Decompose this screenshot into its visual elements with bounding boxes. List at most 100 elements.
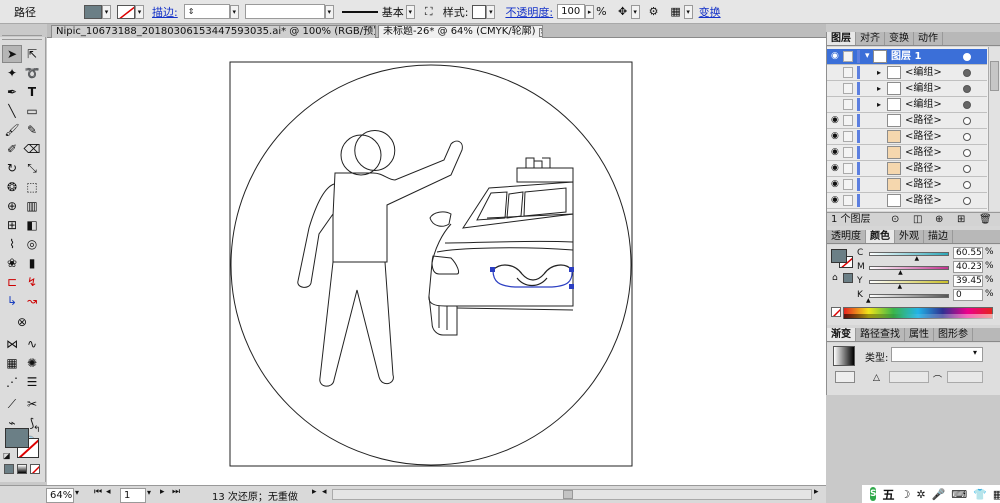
layer-row[interactable]: ◉ <路径>	[827, 129, 987, 145]
stroke-none-icon[interactable]	[117, 4, 135, 19]
lock-toggle[interactable]	[843, 115, 853, 126]
panel-collapse-strip[interactable]	[988, 60, 1000, 260]
in-gamut-swatch[interactable]	[843, 273, 853, 283]
channel-row-m[interactable]: M ▲ 40.23 %	[857, 261, 997, 276]
gradient-tool-icon[interactable]: ◧	[22, 216, 42, 234]
none-color-icon[interactable]	[831, 307, 841, 317]
profile-dropdown-icon[interactable]: ▾	[324, 4, 334, 19]
tab-gradient[interactable]: 渐变	[827, 328, 856, 341]
scroll-left-icon[interactable]: ◂	[322, 487, 327, 497]
lock-toggle[interactable]	[843, 83, 853, 94]
channel-slider-thumb[interactable]: ▲	[898, 269, 903, 276]
layer-name[interactable]: <路径>	[905, 113, 942, 128]
tab-color[interactable]: 颜色	[866, 230, 895, 243]
lock-toggle[interactable]	[843, 99, 853, 110]
fill-color-swatch[interactable]: ▾	[84, 4, 111, 19]
layer-row[interactable]: ▸ <编组>	[827, 65, 987, 81]
channel-value-input[interactable]: 0	[953, 289, 983, 301]
new-sublayer-icon[interactable]: ⊕	[935, 213, 943, 226]
layer-row[interactable]: ◉ <路径>	[827, 177, 987, 193]
layer-row[interactable]: ◉ <路径>	[827, 193, 987, 209]
toolbox-grip[interactable]	[2, 35, 42, 40]
scrollbar-thumb[interactable]	[563, 490, 573, 499]
layer-name[interactable]: <路径>	[905, 145, 942, 160]
style-dropdown-icon[interactable]: ▾	[486, 4, 496, 19]
default-colors-icon[interactable]: ◪	[3, 451, 11, 460]
opacity-input[interactable]: 100	[557, 4, 586, 19]
stroke-dropdown-icon[interactable]: ▾	[135, 4, 144, 19]
wave-distort-icon[interactable]: ∿	[22, 335, 42, 353]
gradient-type-select[interactable]	[891, 347, 983, 362]
reverse-gradient-icon[interactable]	[835, 371, 855, 383]
layer-name[interactable]: <路径>	[905, 177, 942, 192]
layer-row[interactable]: ▸ <编组>	[827, 81, 987, 97]
tab-layers[interactable]: 图层	[827, 32, 856, 45]
locate-object-icon[interactable]: ⊙	[891, 213, 899, 226]
magic-wand-tool-icon[interactable]: ✦	[2, 64, 22, 82]
layer-name[interactable]: 图层 1	[891, 49, 921, 64]
lock-toggle[interactable]	[843, 51, 853, 62]
channel-slider-track[interactable]	[869, 294, 949, 298]
symbol-tool-icon[interactable]: ⊗	[12, 313, 32, 331]
channel-slider-thumb[interactable]: ▲	[914, 255, 919, 262]
visibility-eye-icon[interactable]: ◉	[831, 148, 841, 157]
layer-row-top[interactable]: ◉ ▾ 图层 1	[827, 49, 987, 65]
symbol-sprayer-tool-icon[interactable]: ❀	[2, 254, 22, 272]
tab-pathfinder[interactable]: 路径查找	[856, 328, 905, 341]
blob-brush-tool-icon[interactable]: ✐	[2, 140, 22, 158]
zoom-level-field[interactable]: 64%	[46, 488, 74, 503]
horizontal-scrollbar[interactable]	[332, 489, 812, 500]
warp-tool-icon[interactable]: ❂	[2, 178, 22, 196]
target-circle-icon[interactable]	[963, 197, 971, 205]
layer-name[interactable]: <路径>	[905, 161, 942, 176]
channel-value-input[interactable]: 60.55	[953, 247, 983, 259]
target-circle-icon[interactable]	[963, 181, 971, 189]
none-mode-icon[interactable]	[30, 464, 40, 474]
shape-builder-tool-icon[interactable]: ⊕	[2, 197, 22, 215]
expand-triangle-icon[interactable]: ▸	[877, 81, 881, 96]
prev-artboard-icon[interactable]: ◂	[106, 487, 111, 497]
slice-tool-icon[interactable]: ↯	[22, 273, 42, 291]
target-circle-icon[interactable]	[963, 85, 971, 93]
type-tool-icon[interactable]: T	[22, 83, 42, 101]
tab-appearance[interactable]: 外观	[895, 230, 924, 243]
pen-tool-icon[interactable]: ✒	[2, 83, 22, 101]
recolor-artwork-icon[interactable]: ✥	[615, 4, 631, 20]
channel-slider-track[interactable]	[869, 280, 949, 284]
target-circle-icon[interactable]	[963, 101, 971, 109]
channel-value-input[interactable]: 39.45	[953, 275, 983, 287]
channel-slider-thumb[interactable]: ▲	[898, 283, 903, 290]
layer-row[interactable]: ◉ <路径>	[827, 145, 987, 161]
sogou-logo-icon[interactable]: S	[870, 487, 877, 501]
crystallize-tool-icon[interactable]: ✺	[22, 354, 42, 372]
fill-dropdown-icon[interactable]: ▾	[102, 4, 111, 19]
tab-actions[interactable]: 动作	[914, 32, 943, 45]
document-tab[interactable]: Nipic_10673188_20180306153447593035.ai* …	[51, 25, 376, 38]
tab-graphic-styles[interactable]: 图形参	[934, 328, 973, 341]
channel-slider-track[interactable]	[869, 252, 949, 256]
eraser-tool-icon[interactable]: ⌫	[22, 140, 42, 158]
envelope-distort-icon[interactable]: ⋈	[2, 335, 22, 353]
opacity-panel-link[interactable]: 不透明度:	[505, 4, 553, 20]
artboard-dropdown-icon[interactable]: ▾	[147, 488, 151, 497]
aspect-ratio-input[interactable]	[947, 371, 983, 383]
stroke-weight-dropdown-icon[interactable]: ▾	[229, 4, 239, 19]
layer-name[interactable]: <编组>	[905, 81, 942, 96]
out-of-gamut-icon[interactable]: ⌂	[832, 273, 838, 283]
expand-triangle-icon[interactable]: ▸	[877, 97, 881, 112]
drawing-mode-icons[interactable]	[4, 478, 40, 482]
layer-name[interactable]: <编组>	[905, 65, 942, 80]
opacity-dropdown-icon[interactable]: ▸	[585, 4, 595, 19]
stroke-weight-input[interactable]: ⇕	[183, 4, 230, 19]
lock-toggle[interactable]	[843, 67, 853, 78]
tab-stroke[interactable]: 描边	[924, 230, 953, 243]
channel-slider-thumb[interactable]: ▲	[866, 297, 871, 304]
visibility-eye-icon[interactable]: ◉	[831, 116, 841, 125]
new-layer-icon[interactable]: ⊞	[957, 213, 965, 226]
target-circle-icon[interactable]	[963, 69, 971, 77]
fill-color-indicator[interactable]	[5, 428, 29, 448]
close-tab-icon[interactable]: ✕	[538, 28, 542, 37]
color-fill-indicator[interactable]	[831, 249, 847, 263]
scale-tool-icon[interactable]: ⤡	[22, 159, 42, 177]
list-tool-icon[interactable]: ☰	[22, 373, 42, 391]
